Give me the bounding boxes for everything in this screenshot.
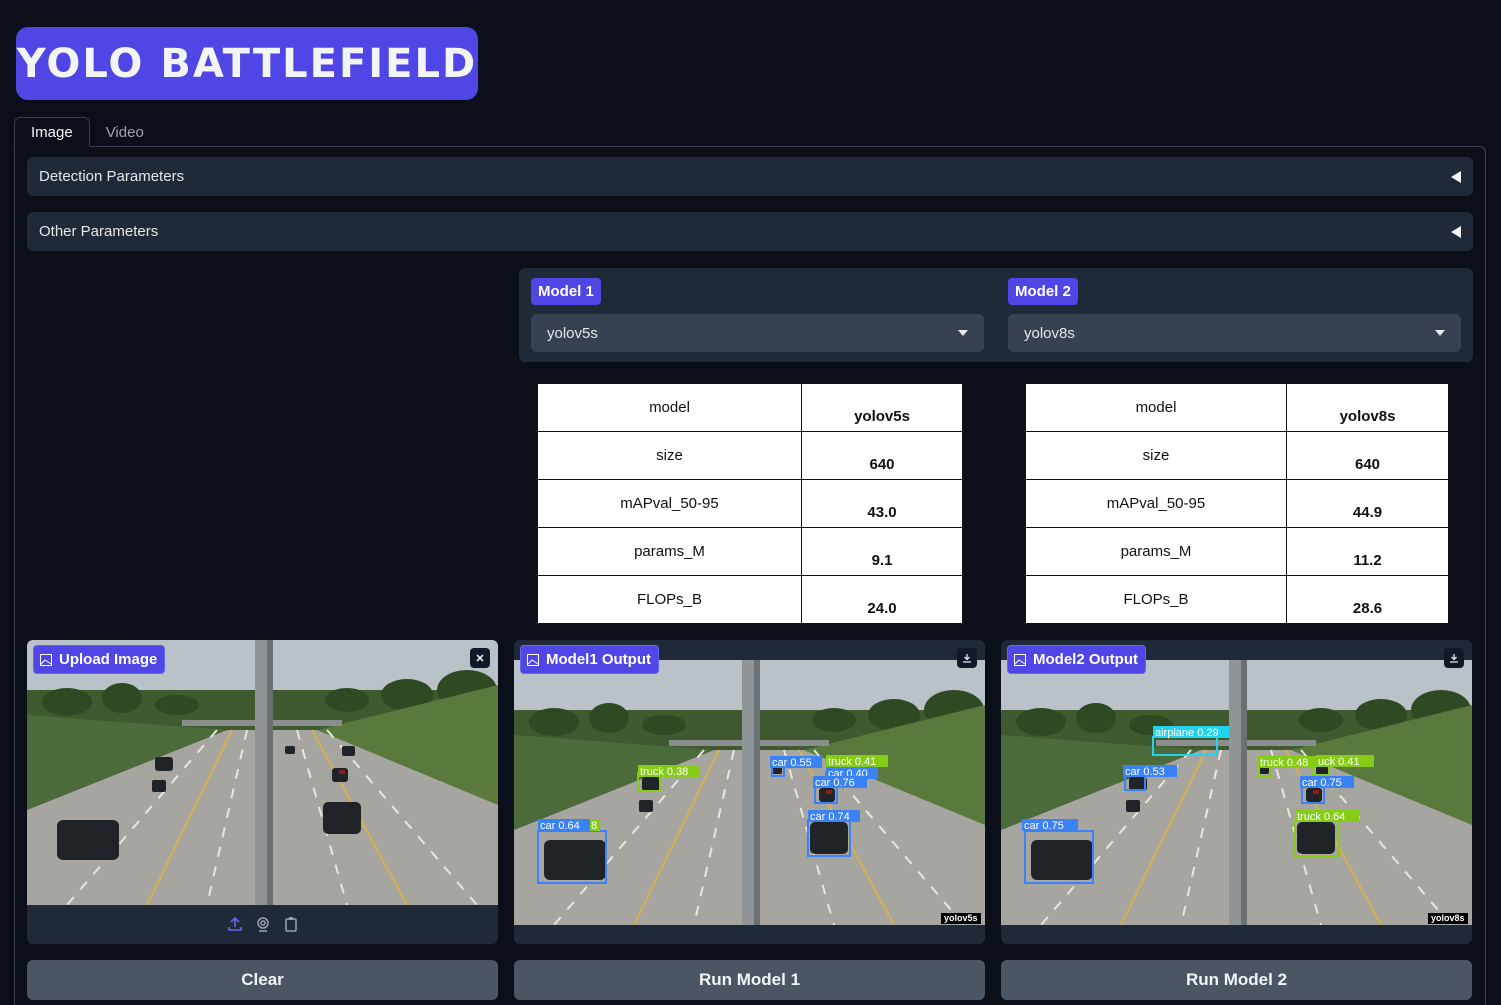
- run-model2-button[interactable]: Run Model 2: [1001, 960, 1472, 1000]
- tab-bar: Image Video: [14, 117, 160, 147]
- table-value: 640: [801, 431, 963, 480]
- detection-label: airplane 0.29: [1155, 727, 1219, 739]
- model2-output-image: airplane 0.29 car 0.53 truck 0.48 uck 0.…: [1001, 660, 1472, 925]
- model2-selected: yolov8s: [1024, 324, 1075, 342]
- clipboard-icon[interactable]: [282, 915, 300, 933]
- table-row: model yolov8s: [1025, 383, 1449, 432]
- detection-label: car 0.74: [810, 811, 850, 823]
- table-value: 24.0: [801, 575, 963, 624]
- table-row: mAPval_50-95 43.0: [537, 479, 963, 528]
- webcam-icon[interactable]: [254, 915, 272, 933]
- table-key: FLOPs_B: [537, 575, 802, 624]
- table-key: mAPval_50-95: [537, 479, 802, 528]
- model1-info-table: model yolov5s size 640 mAPval_50-95 43.0 pa…: [537, 383, 963, 624]
- detection-label: car 0.76: [815, 777, 855, 789]
- detection-label: truck 0.41: [828, 756, 876, 768]
- detection-label: car 0.55: [772, 757, 812, 769]
- detection-label: car 0.64: [540, 820, 580, 832]
- table-key: model: [537, 383, 802, 432]
- table-value: yolov5s: [801, 383, 963, 432]
- model1-output-image: truck 0.38 car 0.55 truck 0.41 car 0.40 …: [514, 660, 985, 925]
- table-value: 43.0: [801, 479, 963, 528]
- table-value: 28.6: [1286, 575, 1449, 624]
- download-icon: [963, 654, 971, 663]
- table-row: params_M 9.1: [537, 527, 963, 576]
- download-button[interactable]: [957, 648, 977, 668]
- table-row: size 640: [1025, 431, 1449, 480]
- detection-label: truck 0.38: [640, 766, 688, 778]
- table-value: 44.9: [1286, 479, 1449, 528]
- upload-icon[interactable]: [226, 915, 244, 933]
- model2-dropdown[interactable]: yolov8s: [1008, 314, 1461, 352]
- app-title-banner: YOLO BATTLEFIELD: [16, 27, 478, 100]
- table-row: params_M 11.2: [1025, 527, 1449, 576]
- table-value: 9.1: [801, 527, 963, 576]
- image-source-toolbar: [27, 915, 498, 933]
- download-icon: [1450, 654, 1458, 663]
- model2-output-card: Model2 Output airplane 0.29 car 0.53 tru…: [1001, 640, 1472, 944]
- table-row: size 640: [537, 431, 963, 480]
- collapse-triangle-icon: [1451, 225, 1461, 238]
- model2-output-label: Model2 Output: [1007, 645, 1146, 674]
- table-row: model yolov5s: [537, 383, 963, 432]
- model1-dropdown[interactable]: yolov5s: [531, 314, 984, 352]
- model2-watermark: yolov8s: [1428, 913, 1468, 924]
- run-model1-button[interactable]: Run Model 1: [514, 960, 985, 1000]
- model2-output-title: Model2 Output: [1033, 651, 1138, 668]
- other-parameters-accordion[interactable]: Other Parameters: [27, 212, 1473, 251]
- tab-image[interactable]: Image: [14, 117, 90, 147]
- model1-label: Model 1: [531, 278, 601, 305]
- detection-label: car 0.75: [1024, 820, 1064, 832]
- table-value: 640: [1286, 431, 1449, 480]
- chevron-down-icon: [1435, 330, 1445, 336]
- image-icon: [1014, 653, 1026, 666]
- download-button[interactable]: [1444, 648, 1464, 668]
- detection-label: truck 0.48: [1260, 757, 1308, 769]
- accordion-label: Other Parameters: [39, 223, 159, 240]
- table-key: size: [1025, 431, 1287, 480]
- model2-label: Model 2: [1008, 278, 1078, 305]
- chevron-down-icon: [958, 330, 968, 336]
- model1-watermark: yolov5s: [941, 913, 981, 924]
- table-row: mAPval_50-95 44.9: [1025, 479, 1449, 528]
- model1-selected: yolov5s: [547, 324, 598, 342]
- accordion-label: Detection Parameters: [39, 168, 185, 185]
- close-icon: [476, 654, 484, 662]
- tab-video[interactable]: Video: [90, 117, 160, 147]
- upload-image-label: Upload Image: [33, 645, 166, 674]
- clear-image-button[interactable]: [470, 648, 490, 668]
- table-key: params_M: [1025, 527, 1287, 576]
- table-row: FLOPs_B 28.6: [1025, 575, 1449, 624]
- table-key: size: [537, 431, 802, 480]
- table-value: yolov8s: [1286, 383, 1449, 432]
- clear-button[interactable]: Clear: [27, 960, 498, 1000]
- uploaded-image: [27, 640, 498, 905]
- model1-output-card: Model1 Output truck 0.38 car 0.55 truck …: [514, 640, 985, 944]
- model-selector-group: Model 1 yolov5s Model 2 yolov8s: [519, 268, 1473, 362]
- table-key: mAPval_50-95: [1025, 479, 1287, 528]
- image-icon: [527, 653, 539, 666]
- detection-label: car 0.75: [1302, 777, 1342, 789]
- collapse-triangle-icon: [1451, 170, 1461, 183]
- table-key: model: [1025, 383, 1287, 432]
- detection-label: 8: [591, 820, 597, 832]
- detection-parameters-accordion[interactable]: Detection Parameters: [27, 157, 1473, 196]
- detection-label: car 0.53: [1125, 766, 1165, 778]
- detection-label: uck 0.41: [1318, 756, 1360, 768]
- table-row: FLOPs_B 24.0: [537, 575, 963, 624]
- upload-image-title: Upload Image: [59, 651, 158, 668]
- upload-image-card[interactable]: Upload Image: [27, 640, 498, 944]
- table-value: 11.2: [1286, 527, 1449, 576]
- table-key: FLOPs_B: [1025, 575, 1287, 624]
- detection-label: truck 0.64: [1297, 811, 1345, 823]
- table-key: params_M: [537, 527, 802, 576]
- app-title: YOLO BATTLEFIELD: [16, 40, 478, 87]
- model2-info-table: model yolov8s size 640 mAPval_50-95 44.9 pa…: [1025, 383, 1449, 624]
- model1-output-title: Model1 Output: [546, 651, 651, 668]
- image-icon: [40, 653, 52, 666]
- model1-output-label: Model1 Output: [520, 645, 659, 674]
